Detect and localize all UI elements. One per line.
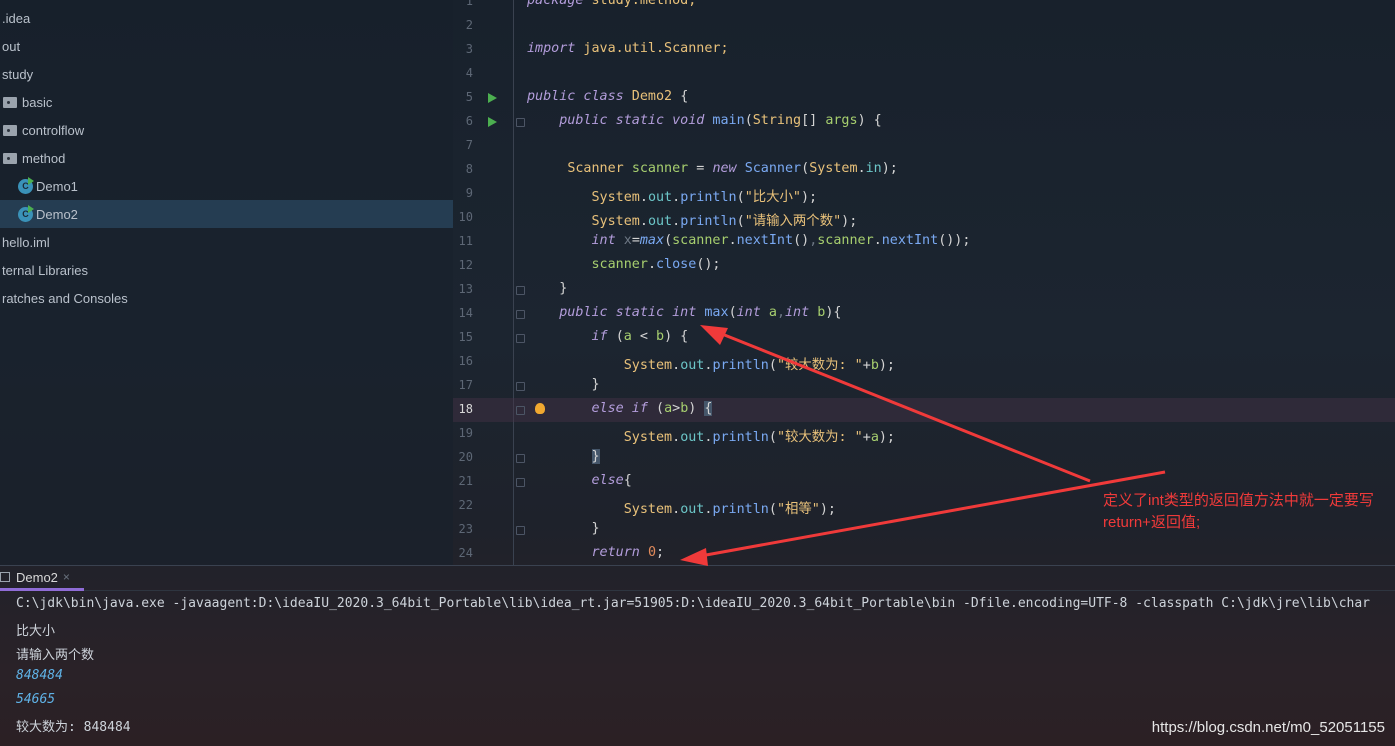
arrow-to-method-signature xyxy=(711,328,1091,483)
watermark: https://blog.csdn.net/m0_52051155 xyxy=(1151,719,1385,736)
arrow-to-return xyxy=(694,470,1166,559)
annotation-note: 定义了int类型的返回值方法中就一定要写return+返回值; xyxy=(1103,492,1374,531)
arrowhead-icon xyxy=(680,548,708,566)
annotation-arrows xyxy=(680,325,1166,566)
arrowhead-icon xyxy=(700,325,728,345)
